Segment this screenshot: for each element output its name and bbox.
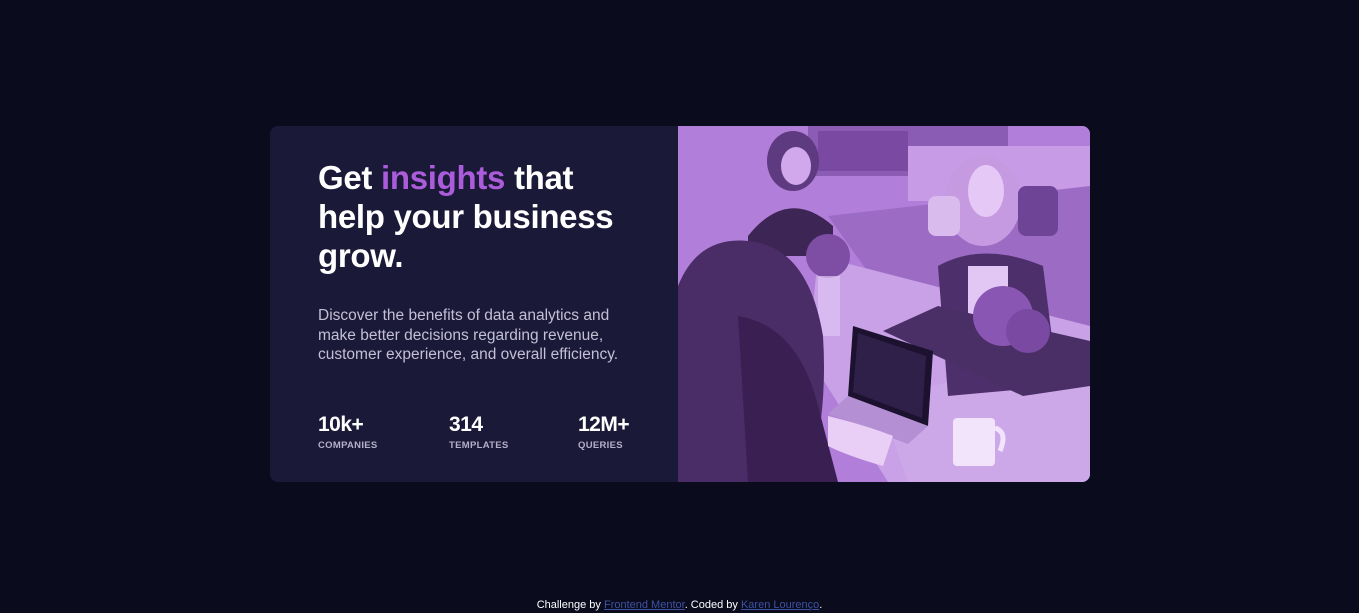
stat-value: 12M+ [578, 413, 630, 436]
headline-start: Get [318, 159, 381, 196]
stat-label: TEMPLATES [449, 440, 509, 451]
headline: Get insights that help your business gro… [318, 158, 648, 275]
page: Get insights that help your business gro… [0, 0, 1359, 613]
stat-label: COMPANIES [318, 440, 378, 451]
card-text-panel: Get insights that help your business gro… [270, 126, 678, 482]
stat-templates: 314 TEMPLATES [449, 413, 509, 451]
footer-prefix: Challenge by [536, 599, 604, 611]
stat-queries: 12M+ QUERIES [578, 413, 630, 451]
header-image [678, 126, 1090, 482]
frontend-mentor-link[interactable]: Frontend Mentor [604, 599, 685, 611]
office-photo-illustration [678, 126, 1090, 482]
stats-preview-card: Get insights that help your business gro… [270, 126, 1090, 482]
headline-accent: insights [380, 159, 506, 196]
stat-companies: 10k+ COMPANIES [318, 413, 378, 451]
footer-middle: . Coded by [684, 599, 741, 611]
attribution-footer: Challenge by Frontend Mentor. Coded by K… [0, 598, 1359, 612]
stats-row: 10k+ COMPANIES 314 TEMPLATES 12M+ QUERIE… [318, 413, 638, 453]
stat-value: 314 [449, 413, 483, 436]
stat-value: 10k+ [318, 413, 364, 436]
stat-label: QUERIES [578, 440, 623, 451]
footer-suffix: . [819, 599, 823, 611]
description: Discover the benefits of data analytics … [318, 307, 619, 363]
author-link[interactable]: Karen Lourenço [741, 599, 819, 611]
